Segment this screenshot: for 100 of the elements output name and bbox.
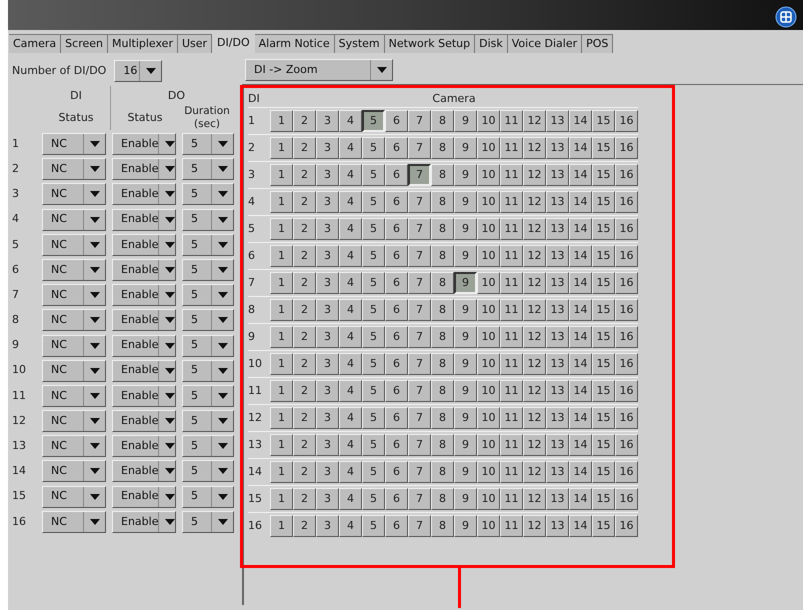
camera-toggle[interactable]: 1 [270,515,293,537]
camera-toggle[interactable]: 5 [362,218,385,240]
status-dropdown[interactable]: Enable [112,435,176,458]
camera-toggle[interactable]: 6 [385,272,408,294]
camera-toggle[interactable]: 14 [569,353,592,375]
camera-toggle[interactable]: 9 [454,110,477,132]
camera-toggle[interactable]: 11 [500,461,523,483]
camera-toggle[interactable]: 12 [523,272,546,294]
camera-toggle[interactable]: 2 [293,326,316,348]
camera-toggle[interactable]: 10 [477,245,500,267]
camera-toggle[interactable]: 16 [615,137,638,159]
camera-toggle[interactable]: 13 [546,218,569,240]
camera-toggle[interactable]: 10 [477,515,500,537]
status-dropdown[interactable]: Enable [112,309,176,332]
status-dropdown[interactable]: NC [42,360,106,382]
duration-dropdown[interactable]: 5 [182,158,234,180]
camera-toggle[interactable]: 6 [385,218,408,240]
camera-toggle[interactable]: 11 [500,515,523,537]
duration-dropdown[interactable]: 5 [182,360,234,382]
camera-toggle[interactable]: 5 [362,137,385,159]
tab[interactable]: Network Setup [384,34,476,53]
camera-toggle[interactable]: 15 [592,434,615,456]
camera-toggle[interactable]: 15 [592,488,615,510]
camera-toggle[interactable]: 7 [408,488,431,510]
camera-toggle[interactable]: 12 [523,110,546,132]
camera-toggle[interactable]: 13 [546,434,569,456]
camera-toggle[interactable]: 16 [615,407,638,429]
status-dropdown[interactable]: NC [42,510,106,533]
camera-toggle[interactable]: 11 [500,353,523,375]
camera-toggle[interactable]: 4 [339,326,362,348]
camera-toggle[interactable]: 15 [592,461,615,483]
camera-toggle[interactable]: 2 [293,191,316,213]
camera-toggle[interactable]: 8 [431,380,454,402]
camera-toggle[interactable]: 2 [293,434,316,456]
camera-toggle[interactable]: 9 [454,353,477,375]
camera-toggle[interactable]: 10 [477,191,500,213]
camera-toggle[interactable]: 8 [431,326,454,348]
camera-toggle[interactable]: 12 [523,245,546,267]
camera-toggle[interactable]: 1 [270,191,293,213]
camera-toggle[interactable]: 5 [362,245,385,267]
duration-dropdown[interactable]: 5 [182,258,234,281]
status-dropdown[interactable]: Enable [112,284,176,306]
camera-toggle[interactable]: 15 [592,380,615,402]
camera-toggle[interactable]: 16 [615,218,638,240]
camera-toggle[interactable]: 3 [316,191,339,213]
tab[interactable]: Alarm Notice [254,34,335,53]
camera-toggle[interactable]: 4 [339,380,362,402]
camera-toggle[interactable]: 3 [316,488,339,510]
camera-toggle[interactable]: 11 [500,380,523,402]
camera-toggle[interactable]: 1 [270,407,293,429]
camera-toggle[interactable]: 11 [500,488,523,510]
camera-toggle[interactable]: 13 [546,299,569,321]
count-dropdown[interactable]: 16 [114,60,162,82]
camera-toggle[interactable]: 2 [293,164,316,186]
camera-toggle[interactable]: 10 [477,326,500,348]
duration-dropdown[interactable]: 5 [182,410,234,432]
camera-toggle[interactable]: 3 [316,434,339,456]
camera-toggle[interactable]: 13 [546,488,569,510]
status-dropdown[interactable]: NC [42,435,106,458]
camera-toggle[interactable]: 7 [408,272,431,294]
camera-toggle[interactable]: 8 [431,515,454,537]
tab[interactable]: POS [582,34,614,53]
camera-toggle[interactable]: 11 [500,434,523,456]
tab[interactable]: Camera [9,34,62,53]
camera-toggle[interactable]: 14 [569,164,592,186]
status-dropdown[interactable]: Enable [112,410,176,432]
camera-toggle[interactable]: 12 [523,380,546,402]
camera-toggle[interactable]: 9 [454,245,477,267]
camera-toggle[interactable]: 5 [362,434,385,456]
camera-toggle[interactable]: 12 [523,191,546,213]
camera-toggle[interactable]: 2 [293,380,316,402]
tab[interactable]: Disk [475,34,508,53]
camera-toggle[interactable]: 8 [431,353,454,375]
status-dropdown[interactable]: NC [42,486,106,508]
camera-toggle[interactable]: 13 [546,110,569,132]
status-dropdown[interactable]: NC [42,183,106,206]
camera-toggle[interactable]: 5 [362,407,385,429]
camera-toggle[interactable]: 13 [546,191,569,213]
camera-toggle[interactable]: 7 [408,218,431,240]
tab[interactable]: User [178,34,212,53]
camera-toggle[interactable]: 3 [316,407,339,429]
camera-toggle[interactable]: 8 [431,407,454,429]
camera-toggle[interactable]: 10 [477,137,500,159]
camera-toggle[interactable]: 15 [592,164,615,186]
camera-toggle[interactable]: 4 [339,488,362,510]
camera-toggle[interactable]: 1 [270,110,293,132]
status-dropdown[interactable]: Enable [112,208,176,231]
camera-toggle[interactable]: 13 [546,326,569,348]
camera-toggle[interactable]: 8 [431,299,454,321]
camera-toggle[interactable]: 1 [270,218,293,240]
camera-toggle[interactable]: 14 [569,218,592,240]
camera-toggle[interactable]: 9 [454,461,477,483]
camera-toggle[interactable]: 4 [339,164,362,186]
camera-toggle[interactable]: 1 [270,434,293,456]
camera-toggle[interactable]: 4 [339,191,362,213]
camera-toggle[interactable]: 12 [523,353,546,375]
camera-toggle[interactable]: 6 [385,137,408,159]
camera-toggle[interactable]: 16 [615,191,638,213]
status-dropdown[interactable]: NC [42,133,106,155]
status-dropdown[interactable]: Enable [112,384,176,407]
